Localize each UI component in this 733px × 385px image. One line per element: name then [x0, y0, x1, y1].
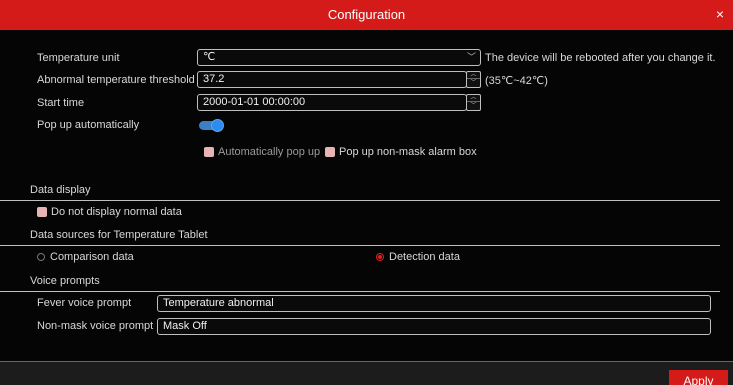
start-time-input[interactable]: 2000-01-01 00:00:00: [197, 94, 467, 111]
configuration-dialog: Configuration × Temperature unit ℃ ﹀ The…: [0, 0, 733, 385]
auto-popup-label: Automatically pop up: [218, 146, 321, 158]
threshold-stepper[interactable]: ︿ ﹀: [466, 71, 481, 88]
temperature-unit-select[interactable]: ℃ ﹀: [197, 49, 481, 66]
fever-voice-label: Fever voice prompt: [37, 297, 132, 309]
start-time-stepper[interactable]: ︿ ﹀: [466, 94, 481, 111]
temperature-unit-label: Temperature unit: [37, 52, 120, 64]
threshold-range: (35℃~42℃): [485, 75, 548, 87]
temperature-unit-value: ℃: [203, 51, 216, 63]
threshold-input[interactable]: 37.2: [197, 71, 467, 88]
toggle-knob: [211, 119, 224, 132]
nonmask-popup-checkbox[interactable]: [325, 147, 335, 157]
stepper-down-icon[interactable]: ﹀: [467, 80, 480, 87]
title-bar: Configuration ×: [0, 0, 733, 30]
auto-popup-checkbox[interactable]: [204, 147, 214, 157]
close-icon[interactable]: ×: [711, 0, 729, 28]
reboot-note: The device will be rebooted after you ch…: [485, 52, 716, 64]
data-sources-header: Data sources for Temperature Tablet: [30, 229, 208, 241]
data-display-header: Data display: [30, 184, 91, 196]
voice-prompts-header: Voice prompts: [30, 275, 100, 287]
data-sources-section: Data sources for Temperature Tablet: [0, 225, 720, 246]
dialog-title: Configuration: [327, 7, 406, 22]
hide-normal-data-label: Do not display normal data: [51, 206, 182, 218]
chevron-down-icon: ﹀: [466, 52, 476, 62]
apply-button[interactable]: Apply: [669, 370, 728, 385]
data-display-section: Data display: [0, 180, 720, 201]
threshold-label: Abnormal temperature threshold: [37, 74, 195, 86]
fever-voice-input[interactable]: Temperature abnormal: [157, 295, 711, 312]
hide-normal-data-checkbox[interactable]: [37, 207, 47, 217]
stepper-down-icon[interactable]: ﹀: [467, 103, 480, 110]
voice-prompts-section: Voice prompts: [0, 271, 720, 292]
popup-label: Pop up automatically: [37, 119, 140, 131]
nonmask-popup-label: Pop up non-mask alarm box: [339, 146, 477, 158]
comparison-data-label: Comparison data: [50, 251, 134, 263]
dialog-footer: Apply: [0, 361, 733, 385]
nonmask-voice-input[interactable]: Mask Off: [157, 318, 711, 335]
stepper-up-icon[interactable]: ︿: [467, 95, 480, 102]
comparison-data-radio[interactable]: [37, 253, 45, 261]
nonmask-voice-label: Non-mask voice prompt: [37, 320, 154, 332]
stepper-up-icon[interactable]: ︿: [467, 72, 480, 79]
popup-toggle[interactable]: [199, 119, 224, 132]
start-time-label: Start time: [37, 97, 85, 109]
detection-data-radio[interactable]: [376, 253, 384, 261]
detection-data-label: Detection data: [389, 251, 460, 263]
